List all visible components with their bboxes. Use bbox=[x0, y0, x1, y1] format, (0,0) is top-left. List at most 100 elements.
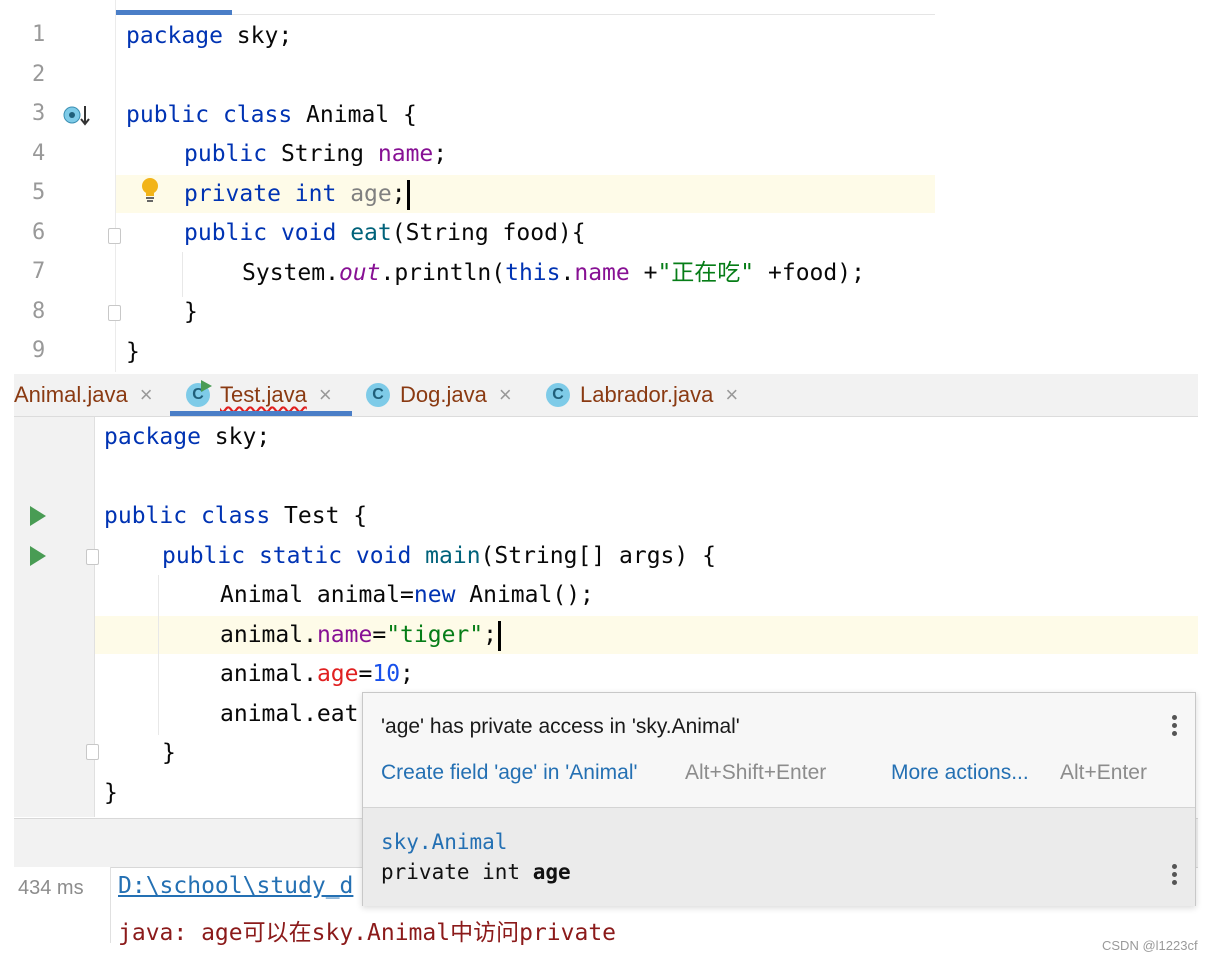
test-code-line-8[interactable]: animal.eat bbox=[220, 697, 358, 731]
code-text: System. bbox=[242, 260, 339, 286]
tab-labrador-java[interactable]: C Labrador.java × bbox=[546, 374, 738, 416]
keyword: static bbox=[258, 543, 343, 569]
keyword: public bbox=[162, 543, 246, 569]
code-text: .println( bbox=[380, 260, 506, 286]
keyword: int bbox=[294, 181, 337, 207]
run-class-icon[interactable] bbox=[30, 506, 46, 526]
tab-label: Animal.java bbox=[14, 382, 128, 407]
implemented-icon[interactable] bbox=[62, 103, 92, 129]
active-tab-indicator bbox=[170, 411, 352, 416]
build-output-path-link[interactable]: D:\school\study_d bbox=[118, 873, 353, 899]
top-editor[interactable]: 1 2 3 4 5 6 7 8 9 package sky; public cl… bbox=[22, 0, 935, 372]
run-badge-icon bbox=[201, 380, 212, 392]
doc-signature-prefix: private int bbox=[381, 860, 533, 884]
test-code-line-4[interactable]: public static void main(String[] args) { bbox=[162, 539, 716, 573]
indent-guide bbox=[182, 252, 183, 297]
keyword: public bbox=[184, 220, 268, 246]
test-code-line-10[interactable]: } bbox=[104, 776, 118, 810]
error-message: 'age' has private access in 'sky.Animal' bbox=[381, 715, 740, 738]
keyword: private bbox=[184, 181, 281, 207]
more-actions-link[interactable]: More actions... bbox=[891, 761, 1029, 785]
string-literal: "正在吃" bbox=[657, 260, 755, 286]
code-line-1[interactable]: package sky; bbox=[126, 19, 292, 53]
class-run-icon: C bbox=[186, 380, 220, 407]
run-main-icon[interactable] bbox=[30, 546, 46, 566]
code-text: animal. bbox=[220, 661, 317, 687]
code-line-6[interactable]: public void eat(String food){ bbox=[184, 216, 586, 250]
code-text: ; bbox=[400, 661, 414, 687]
create-field-action[interactable]: Create field 'age' in 'Animal' bbox=[381, 761, 638, 785]
more-options-icon[interactable] bbox=[1172, 715, 1177, 739]
code-text: (String[] args) { bbox=[480, 543, 716, 569]
keyword: void bbox=[280, 220, 337, 246]
string-literal: "tiger" bbox=[386, 622, 484, 648]
method-name: eat bbox=[350, 220, 392, 246]
close-icon[interactable]: × bbox=[140, 382, 153, 408]
close-icon[interactable]: × bbox=[725, 382, 738, 408]
code-line-4[interactable]: public String name; bbox=[184, 137, 447, 171]
build-error-message: java: age可以在sky.Animal中访问private bbox=[118, 920, 617, 946]
code-text: = bbox=[358, 661, 373, 687]
doc-options-icon[interactable] bbox=[1172, 864, 1177, 888]
code-text: = bbox=[372, 622, 387, 648]
error-tooltip-popup[interactable]: 'age' has private access in 'sky.Animal'… bbox=[362, 692, 1196, 906]
tab-test-java[interactable]: C Test.java × bbox=[186, 374, 332, 416]
close-icon[interactable]: × bbox=[499, 382, 512, 408]
code-text: Test { bbox=[270, 503, 368, 529]
keyword: new bbox=[413, 582, 456, 608]
text-caret bbox=[497, 620, 501, 651]
close-icon[interactable]: × bbox=[319, 382, 332, 408]
code-text: +food); bbox=[754, 260, 865, 286]
code-line-7[interactable]: System.out.println(this.name +"正在吃" +foo… bbox=[242, 256, 865, 290]
test-code-line-5[interactable]: Animal animal=new Animal(); bbox=[220, 578, 594, 612]
test-code-line-3[interactable]: public class Test { bbox=[104, 499, 367, 533]
fold-marker[interactable] bbox=[86, 549, 99, 565]
keyword: this bbox=[505, 260, 561, 286]
fold-marker[interactable] bbox=[108, 228, 121, 244]
code-text: Animal { bbox=[292, 102, 417, 128]
keyword: public bbox=[104, 503, 188, 529]
line-number: 7 bbox=[32, 259, 46, 284]
code-text: ; bbox=[483, 622, 497, 648]
tab-label: Dog.java bbox=[400, 382, 487, 407]
tab-dog-java[interactable]: C Dog.java × bbox=[366, 374, 512, 416]
line-number: 9 bbox=[32, 338, 46, 363]
test-code-line-9[interactable]: } bbox=[162, 736, 176, 770]
watermark: CSDN @l1223cf bbox=[1102, 938, 1198, 953]
line-number: 5 bbox=[32, 180, 46, 205]
bottom-gutter bbox=[14, 417, 99, 817]
doc-signature-name: age bbox=[532, 860, 571, 884]
code-line-5[interactable]: private int age; bbox=[184, 177, 410, 211]
code-text: + bbox=[629, 260, 658, 286]
test-code-line-6[interactable]: animal.name="tiger"; bbox=[220, 618, 501, 652]
code-text: Animal(); bbox=[455, 582, 594, 608]
code-text: Animal animal= bbox=[220, 582, 414, 608]
code-line-9[interactable]: } bbox=[126, 335, 140, 369]
unused-field-name: age bbox=[350, 181, 392, 207]
keyword: package bbox=[104, 424, 201, 450]
line-number: 1 bbox=[32, 22, 46, 47]
tab-label: Labrador.java bbox=[580, 382, 714, 407]
fold-marker[interactable] bbox=[108, 305, 121, 321]
keyword: public bbox=[126, 102, 210, 128]
line-number: 6 bbox=[32, 220, 46, 245]
build-panel-tree: 434 ms bbox=[14, 867, 111, 943]
fold-marker[interactable] bbox=[86, 744, 99, 760]
test-code-line-7[interactable]: animal.age=10; bbox=[220, 657, 414, 691]
tab-animal-java[interactable]: Animal.java × bbox=[14, 374, 153, 416]
code-text: ; bbox=[433, 141, 448, 167]
code-text: sky; bbox=[200, 424, 271, 450]
doc-class-link[interactable]: sky.Animal bbox=[381, 830, 507, 854]
line-number: 4 bbox=[32, 141, 46, 166]
code-line-3[interactable]: public class Animal { bbox=[126, 98, 417, 132]
tab-label: Test.java bbox=[220, 382, 307, 407]
number-literal: 10 bbox=[372, 661, 401, 687]
code-text: ; bbox=[391, 181, 406, 207]
code-line-8[interactable]: } bbox=[184, 295, 198, 329]
test-code-line-1[interactable]: package sky; bbox=[104, 420, 270, 454]
lightbulb-icon[interactable] bbox=[139, 176, 161, 204]
code-text: (String food){ bbox=[391, 220, 586, 246]
